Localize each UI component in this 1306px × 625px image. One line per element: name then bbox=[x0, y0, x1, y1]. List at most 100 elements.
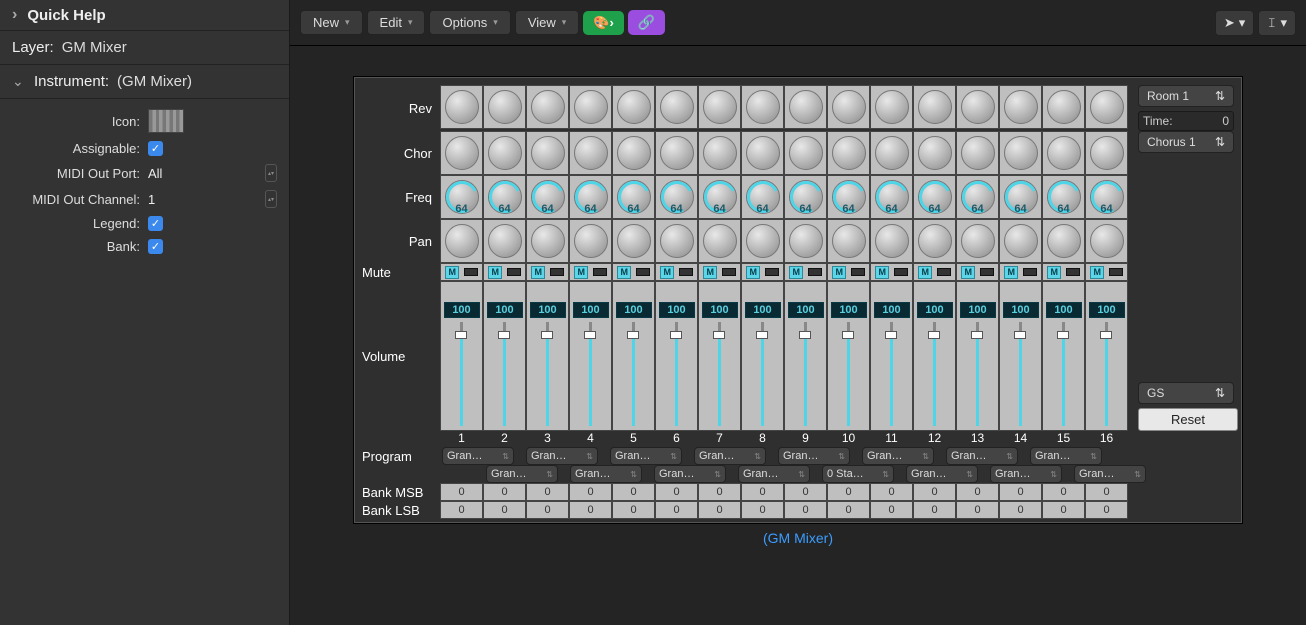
knob[interactable] bbox=[655, 131, 698, 175]
legend-checkbox[interactable]: ✓ bbox=[148, 216, 163, 231]
freq-knob[interactable]: 64 bbox=[483, 175, 526, 219]
colors-button[interactable]: 🎨› bbox=[583, 11, 624, 35]
program-select[interactable]: Gran…⇅ bbox=[946, 447, 1018, 465]
bank-msb-cell[interactable]: 0 bbox=[698, 483, 741, 501]
midi-channel-row[interactable]: MIDI Out Channel: 1▴▾ bbox=[0, 186, 289, 212]
bank-msb-cell[interactable]: 0 bbox=[440, 483, 483, 501]
knob[interactable] bbox=[999, 219, 1042, 263]
knob[interactable] bbox=[612, 219, 655, 263]
mixer-icon[interactable] bbox=[148, 109, 184, 133]
program-select[interactable]: Gran…⇅ bbox=[862, 447, 934, 465]
instrument-row[interactable]: ⌄ Instrument: (GM Mixer) bbox=[0, 65, 289, 99]
bank-msb-cell[interactable]: 0 bbox=[483, 483, 526, 501]
mute-button[interactable]: M bbox=[832, 266, 846, 279]
bank-msb-cell[interactable]: 0 bbox=[741, 483, 784, 501]
bank-lsb-cell[interactable]: 0 bbox=[999, 501, 1042, 519]
knob[interactable] bbox=[569, 85, 612, 129]
knob[interactable] bbox=[913, 219, 956, 263]
freq-knob[interactable]: 64 bbox=[913, 175, 956, 219]
program-select[interactable]: Gran…⇅ bbox=[694, 447, 766, 465]
bank-msb-cell[interactable]: 0 bbox=[784, 483, 827, 501]
program-select[interactable]: Gran…⇅ bbox=[1030, 447, 1102, 465]
view-menu[interactable]: View▾ bbox=[515, 10, 579, 35]
freq-knob[interactable]: 64 bbox=[569, 175, 612, 219]
chorus-type-select[interactable]: Chorus 1⇅ bbox=[1138, 131, 1234, 153]
volume-fader[interactable]: 100 bbox=[698, 281, 741, 431]
mute-button[interactable]: M bbox=[574, 266, 588, 279]
bank-msb-cell[interactable]: 0 bbox=[827, 483, 870, 501]
knob[interactable] bbox=[1042, 219, 1085, 263]
program-select[interactable]: 0 Sta…⇅ bbox=[822, 465, 894, 483]
bank-lsb-cell[interactable]: 0 bbox=[440, 501, 483, 519]
link-button[interactable]: 🔗 bbox=[628, 10, 665, 35]
knob[interactable] bbox=[870, 131, 913, 175]
mute-button[interactable]: M bbox=[660, 266, 674, 279]
knob[interactable] bbox=[956, 85, 999, 129]
program-select[interactable]: Gran…⇅ bbox=[526, 447, 598, 465]
mute-button[interactable]: M bbox=[488, 266, 502, 279]
bank-msb-cell[interactable]: 0 bbox=[1085, 483, 1128, 501]
bank-msb-cell[interactable]: 0 bbox=[569, 483, 612, 501]
bank-msb-cell[interactable]: 0 bbox=[913, 483, 956, 501]
knob[interactable] bbox=[956, 131, 999, 175]
knob[interactable] bbox=[483, 219, 526, 263]
options-menu[interactable]: Options▾ bbox=[429, 10, 510, 35]
knob[interactable] bbox=[827, 85, 870, 129]
assignable-checkbox[interactable]: ✓ bbox=[148, 141, 163, 156]
bank-lsb-cell[interactable]: 0 bbox=[1085, 501, 1128, 519]
freq-knob[interactable]: 64 bbox=[741, 175, 784, 219]
freq-knob[interactable]: 64 bbox=[956, 175, 999, 219]
mute-button[interactable]: M bbox=[617, 266, 631, 279]
knob[interactable] bbox=[526, 85, 569, 129]
bank-msb-cell[interactable]: 0 bbox=[655, 483, 698, 501]
mute-button[interactable]: M bbox=[1047, 266, 1061, 279]
new-menu[interactable]: New▾ bbox=[300, 10, 363, 35]
mute-button[interactable]: M bbox=[1090, 266, 1104, 279]
knob[interactable] bbox=[483, 85, 526, 129]
bank-lsb-cell[interactable]: 0 bbox=[612, 501, 655, 519]
freq-knob[interactable]: 64 bbox=[612, 175, 655, 219]
bank-lsb-cell[interactable]: 0 bbox=[698, 501, 741, 519]
bank-msb-cell[interactable]: 0 bbox=[999, 483, 1042, 501]
stepper-icon[interactable]: ▴▾ bbox=[265, 190, 277, 208]
program-select[interactable]: Gran…⇅ bbox=[990, 465, 1062, 483]
program-select[interactable]: Gran…⇅ bbox=[1074, 465, 1146, 483]
mute-button[interactable]: M bbox=[961, 266, 975, 279]
program-select[interactable]: Gran…⇅ bbox=[906, 465, 978, 483]
knob[interactable] bbox=[999, 85, 1042, 129]
knob[interactable] bbox=[440, 219, 483, 263]
program-select[interactable]: Gran…⇅ bbox=[738, 465, 810, 483]
freq-knob[interactable]: 64 bbox=[784, 175, 827, 219]
volume-fader[interactable]: 100 bbox=[1042, 281, 1085, 431]
knob[interactable] bbox=[784, 131, 827, 175]
knob[interactable] bbox=[612, 85, 655, 129]
text-tool[interactable]: 𝙸▾ bbox=[1258, 10, 1296, 36]
knob[interactable] bbox=[784, 85, 827, 129]
mute-button[interactable]: M bbox=[875, 266, 889, 279]
knob[interactable] bbox=[741, 131, 784, 175]
volume-fader[interactable]: 100 bbox=[999, 281, 1042, 431]
bank-checkbox[interactable]: ✓ bbox=[148, 239, 163, 254]
freq-knob[interactable]: 64 bbox=[655, 175, 698, 219]
program-select[interactable]: Gran…⇅ bbox=[610, 447, 682, 465]
program-select[interactable]: Gran…⇅ bbox=[654, 465, 726, 483]
gm-mixer-object[interactable]: RevRoom 1⇅Time:0ChorChorus 1⇅Freq6464646… bbox=[353, 76, 1243, 524]
volume-fader[interactable]: 100 bbox=[1085, 281, 1128, 431]
volume-fader[interactable]: 100 bbox=[956, 281, 999, 431]
volume-fader[interactable]: 100 bbox=[870, 281, 913, 431]
knob[interactable] bbox=[440, 131, 483, 175]
freq-knob[interactable]: 64 bbox=[526, 175, 569, 219]
knob[interactable] bbox=[1085, 131, 1128, 175]
mute-button[interactable]: M bbox=[1004, 266, 1018, 279]
layer-row[interactable]: Layer: GM Mixer bbox=[0, 31, 289, 65]
program-select[interactable]: Gran…⇅ bbox=[570, 465, 642, 483]
knob[interactable] bbox=[440, 85, 483, 129]
mute-button[interactable]: M bbox=[531, 266, 545, 279]
freq-knob[interactable]: 64 bbox=[1085, 175, 1128, 219]
freq-knob[interactable]: 64 bbox=[827, 175, 870, 219]
mute-button[interactable]: M bbox=[445, 266, 459, 279]
knob[interactable] bbox=[784, 219, 827, 263]
bank-msb-cell[interactable]: 0 bbox=[870, 483, 913, 501]
bank-msb-cell[interactable]: 0 bbox=[612, 483, 655, 501]
program-select[interactable]: Gran…⇅ bbox=[442, 447, 514, 465]
